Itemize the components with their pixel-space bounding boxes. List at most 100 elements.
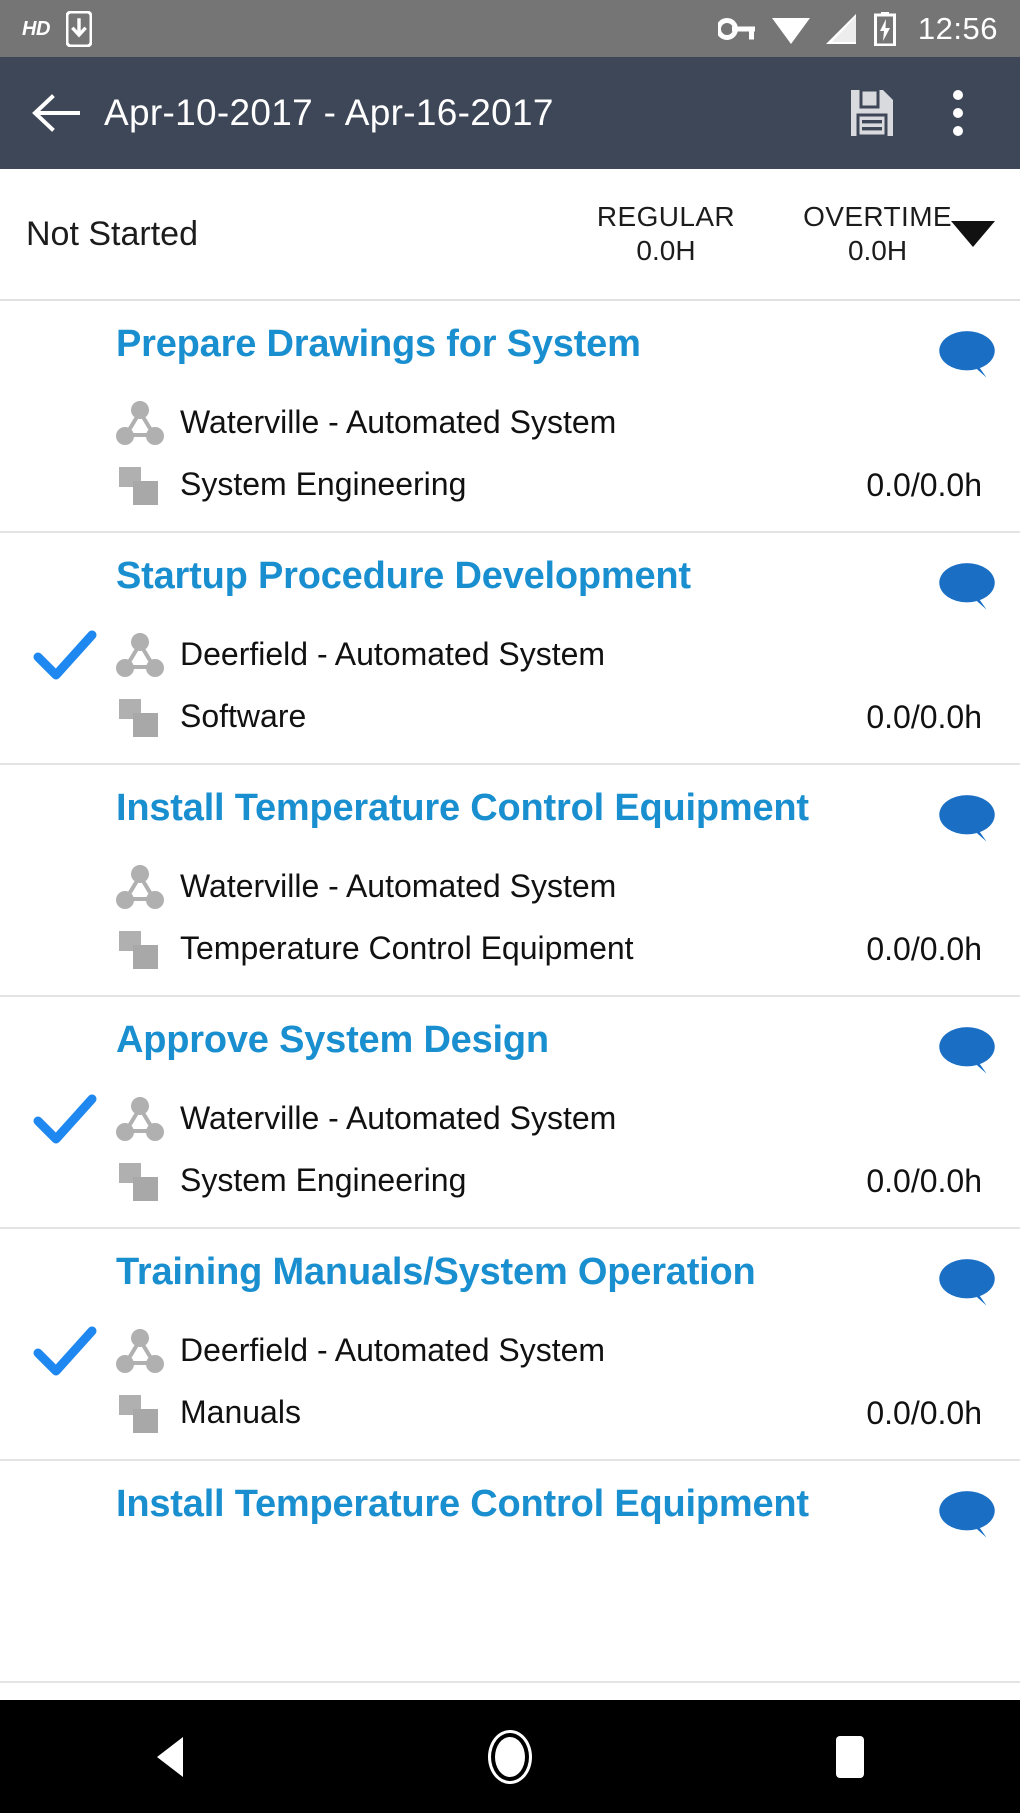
task-title[interactable]: Install Temperature Control Equipment: [116, 1483, 809, 1527]
status-filter-label: Not Started: [26, 214, 198, 253]
category-squares-icon: [116, 925, 166, 973]
metric-overtime: OVERTIME 0.0H: [803, 200, 952, 268]
hd-label: HD: [22, 17, 50, 40]
task-row[interactable]: Training Manuals/System Operation Deerfi…: [0, 1229, 1020, 1461]
task-body: Approve System Design Waterville - Autom…: [116, 1019, 998, 1205]
task-project-name: Waterville - Automated System: [180, 868, 617, 905]
task-body: Startup Procedure Development Deerfield …: [116, 555, 998, 741]
task-title-row: Startup Procedure Development: [116, 555, 998, 617]
task-category-name: Software: [180, 698, 307, 735]
project-network-icon: [116, 1095, 166, 1143]
comment-bubble-icon[interactable]: [922, 555, 998, 617]
task-category-row: Manuals 0.0/0.0h: [116, 1389, 998, 1437]
task-body: Training Manuals/System Operation Deerfi…: [116, 1251, 998, 1437]
task-row[interactable]: Approve System Design Waterville - Autom…: [0, 997, 1020, 1229]
task-hours: 0.0/0.0h: [866, 930, 982, 967]
task-title[interactable]: Startup Procedure Development: [116, 555, 691, 599]
comment-bubble-icon[interactable]: [922, 323, 998, 385]
android-navigation-bar: [0, 1700, 1020, 1813]
signal-icon: [825, 13, 858, 44]
metric-regular: REGULAR 0.0H: [597, 200, 735, 268]
project-network-icon: [116, 631, 166, 679]
back-button[interactable]: [26, 83, 86, 143]
summary-metrics: REGULAR 0.0H OVERTIME 0.0H: [597, 200, 952, 268]
comment-bubble-icon[interactable]: [922, 1483, 998, 1545]
nav-back-icon[interactable]: [110, 1700, 230, 1813]
comment-bubble-icon[interactable]: [922, 787, 998, 849]
task-hours: 0.0/0.0h: [866, 466, 982, 503]
comment-bubble-icon[interactable]: [922, 1251, 998, 1313]
project-network-icon: [116, 1327, 166, 1375]
task-project-name: Waterville - Automated System: [180, 404, 617, 441]
metric-overtime-label: OVERTIME: [803, 200, 952, 232]
category-squares-icon: [116, 1389, 166, 1437]
task-hours: 0.0/0.0h: [866, 698, 982, 735]
task-category-row: Temperature Control Equipment 0.0/0.0h: [116, 925, 998, 973]
task-row[interactable]: Startup Procedure Development Deerfield …: [0, 533, 1020, 765]
task-category-name: Temperature Control Equipment: [180, 930, 634, 967]
status-bar-right: 12:56: [717, 11, 998, 46]
task-row[interactable]: Install Temperature Control Equipment Wa…: [0, 765, 1020, 997]
metric-overtime-value: 0.0H: [847, 235, 908, 266]
task-project-name: Waterville - Automated System: [180, 1100, 617, 1137]
chevron-down-icon[interactable]: [948, 209, 998, 259]
metric-regular-label: REGULAR: [596, 200, 736, 232]
task-title[interactable]: Approve System Design: [116, 1019, 549, 1063]
task-title-row: Training Manuals/System Operation: [116, 1251, 998, 1313]
status-bar-left: HD: [22, 10, 92, 47]
task-hours: 0.0/0.0h: [866, 1394, 982, 1431]
task-title[interactable]: Training Manuals/System Operation: [116, 1251, 756, 1295]
task-project-row: Deerfield - Automated System: [116, 1327, 998, 1375]
task-project-name: Deerfield - Automated System: [180, 636, 606, 673]
task-category-name: System Engineering: [180, 466, 467, 503]
task-body: Prepare Drawings for System Waterville -…: [116, 323, 998, 509]
task-body: Install Temperature Control Equipment: [116, 1483, 998, 1545]
task-body: Install Temperature Control Equipment Wa…: [116, 787, 998, 973]
task-title[interactable]: Prepare Drawings for System: [116, 323, 641, 367]
status-bar: HD 12:56: [0, 0, 1020, 57]
comment-bubble-icon[interactable]: [922, 1019, 998, 1081]
task-title-row: Install Temperature Control Equipment: [116, 1483, 998, 1545]
task-title-row: Approve System Design: [116, 1019, 998, 1081]
app-bar-actions: [844, 85, 994, 141]
save-button[interactable]: [844, 85, 900, 141]
task-category-row: System Engineering 0.0/0.0h: [116, 1157, 998, 1205]
task-complete-check-icon[interactable]: [30, 1085, 100, 1155]
task-category-name: Manuals: [180, 1394, 301, 1431]
task-project-row: Deerfield - Automated System: [116, 631, 998, 679]
task-title-row: Prepare Drawings for System: [116, 323, 998, 385]
task-complete-check-icon[interactable]: [30, 1317, 100, 1387]
status-bar-clock: 12:56: [917, 11, 998, 46]
task-title[interactable]: Install Temperature Control Equipment: [116, 787, 809, 831]
task-project-row: Waterville - Automated System: [116, 863, 998, 911]
task-complete-check-icon[interactable]: [30, 621, 100, 691]
category-squares-icon: [116, 461, 166, 509]
task-hours: 0.0/0.0h: [866, 1162, 982, 1199]
nav-home-icon[interactable]: [450, 1700, 570, 1813]
task-category-name: System Engineering: [180, 1162, 467, 1199]
task-row[interactable]: Install Temperature Control Equipment: [0, 1461, 1020, 1683]
download-icon: [65, 10, 92, 47]
project-network-icon: [116, 863, 166, 911]
task-project-row: Waterville - Automated System: [116, 1095, 998, 1143]
task-project-name: Deerfield - Automated System: [180, 1332, 606, 1369]
app-bar: Apr-10-2017 - Apr-16-2017: [0, 57, 1020, 169]
category-squares-icon: [116, 1157, 166, 1205]
category-squares-icon: [116, 693, 166, 741]
vpn-key-icon: [717, 16, 756, 42]
task-row[interactable]: Prepare Drawings for System Waterville -…: [0, 301, 1020, 533]
wifi-icon: [771, 14, 810, 44]
task-category-row: System Engineering 0.0/0.0h: [116, 461, 998, 509]
project-network-icon: [116, 399, 166, 447]
nav-recents-icon[interactable]: [790, 1700, 910, 1813]
battery-charging-icon: [873, 11, 896, 46]
task-category-row: Software 0.0/0.0h: [116, 693, 998, 741]
metric-regular-value: 0.0H: [636, 235, 696, 266]
task-list[interactable]: Prepare Drawings for System Waterville -…: [0, 301, 1020, 1700]
task-title-row: Install Temperature Control Equipment: [116, 787, 998, 849]
app-screen: HD 12:56 Apr-10-2017 - Apr-16-2017 Not S…: [0, 0, 1020, 1813]
page-title: Apr-10-2017 - Apr-16-2017: [104, 92, 554, 133]
overflow-menu-button[interactable]: [930, 85, 986, 141]
summary-bar[interactable]: Not Started REGULAR 0.0H OVERTIME 0.0H: [0, 169, 1020, 301]
task-project-row: Waterville - Automated System: [116, 399, 998, 447]
